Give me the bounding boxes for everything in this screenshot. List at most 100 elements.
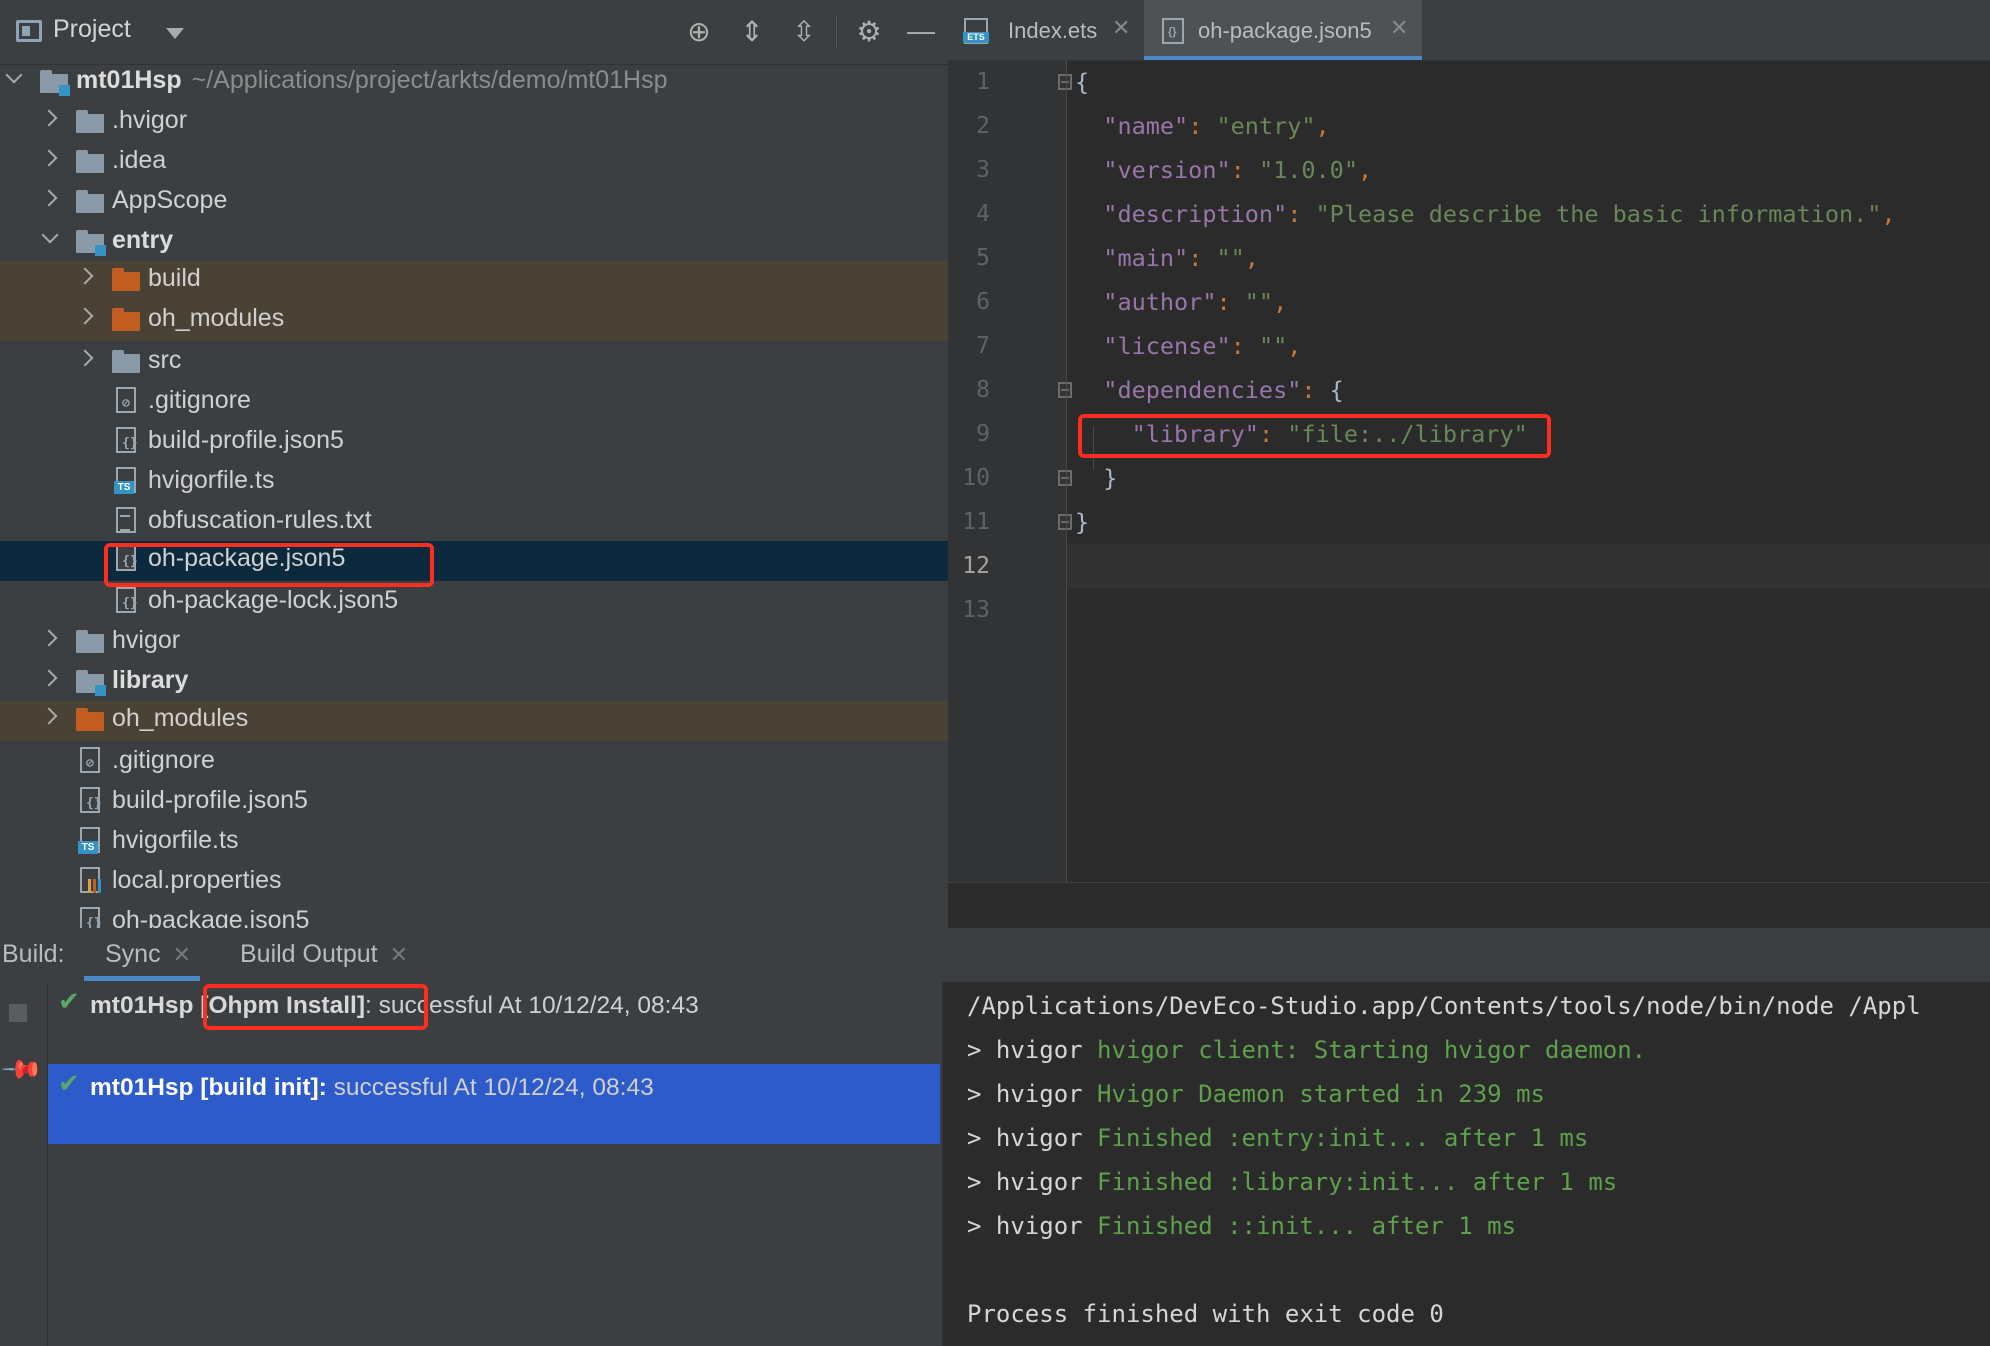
json-value: "Please describe the basic information." xyxy=(1315,200,1882,228)
gear-icon[interactable]: ⚙ xyxy=(852,14,886,48)
hide-panel-icon[interactable]: — xyxy=(904,14,938,48)
excluded-folder-icon xyxy=(112,308,140,332)
tree-item-label: library xyxy=(112,666,189,694)
tree-item-hvigorfile[interactable]: TS hvigorfile.ts xyxy=(0,823,948,863)
folder-icon xyxy=(76,190,104,214)
tab-index-ets[interactable]: ETS Index.ets ✕ xyxy=(948,0,1142,60)
line-number: 8 xyxy=(976,377,990,403)
expand-chevron-icon[interactable] xyxy=(40,229,60,249)
collapse-chevron-icon[interactable] xyxy=(40,189,60,209)
code-brace: { xyxy=(1075,68,1090,96)
typescript-file-icon: TS xyxy=(78,827,102,855)
tree-item-label: oh-package.json5 xyxy=(112,906,310,928)
json-key: "license" xyxy=(1103,332,1231,360)
tab-oh-package-json5[interactable]: {} oh-package.json5 ✕ xyxy=(1144,0,1422,60)
close-tab-icon[interactable]: ✕ xyxy=(173,942,191,967)
view-dropdown-chevron-icon[interactable] xyxy=(166,28,184,39)
code-line-3: "version": "1.0.0", xyxy=(1103,156,1373,184)
tree-item-gitignore[interactable]: ⊘ .gitignore xyxy=(0,743,948,783)
json-key: "author" xyxy=(1103,288,1217,316)
line-number: 6 xyxy=(976,289,990,315)
tab-label: Build Output xyxy=(240,940,378,968)
collapse-chevron-icon[interactable] xyxy=(40,629,60,649)
tree-item-label: build xyxy=(148,264,201,292)
json-file-icon: {} xyxy=(116,545,138,573)
tree-item-library[interactable]: library xyxy=(0,663,948,703)
close-tab-icon[interactable]: ✕ xyxy=(1112,15,1130,41)
tree-item-entry-hvigorfile[interactable]: TS hvigorfile.ts xyxy=(0,463,948,503)
tree-item-entry-gitignore[interactable]: ⊘ .gitignore xyxy=(0,383,948,423)
project-panel: Project ⊕ ⇕ ⇳ ⚙ — mt01Hsp ~/Applications/… xyxy=(0,0,948,928)
console-line: > hvigor Finished :library:init... after… xyxy=(967,1168,1618,1196)
code-brace: { xyxy=(1329,376,1344,404)
stop-icon[interactable] xyxy=(9,1004,27,1022)
json-value: "entry" xyxy=(1216,112,1316,140)
json-file-icon: {} xyxy=(80,907,102,928)
folder-icon xyxy=(76,630,104,654)
code-line-2: "name": "entry", xyxy=(1103,112,1330,140)
project-view-icon xyxy=(16,20,42,42)
row-project: mt01Hsp xyxy=(90,1074,194,1101)
tree-item-obfuscation-rules[interactable]: obfuscation-rules.txt xyxy=(0,503,948,543)
tree-root-mt01Hsp[interactable]: mt01Hsp ~/Applications/project/arkts/demo… xyxy=(0,63,948,103)
tree-item-appscope[interactable]: AppScope xyxy=(0,183,948,223)
tree-item-label: oh_modules xyxy=(112,704,249,732)
tree-item-entry-oh-modules[interactable]: oh_modules xyxy=(0,301,948,341)
success-check-icon: ✔ xyxy=(58,1068,80,1098)
locate-icon[interactable]: ⊕ xyxy=(682,14,716,48)
collapse-chevron-icon[interactable] xyxy=(76,267,96,287)
collapse-chevron-icon[interactable] xyxy=(76,307,96,327)
close-tab-icon[interactable]: ✕ xyxy=(1390,15,1408,41)
collapse-chevron-icon[interactable] xyxy=(40,109,60,129)
tree-item-label: .hvigor xyxy=(112,106,188,134)
tree-item-entry[interactable]: entry xyxy=(0,223,948,263)
tree-item-entry-build-profile[interactable]: {} build-profile.json5 xyxy=(0,423,948,463)
tab-sync[interactable]: Sync ✕ xyxy=(105,940,191,969)
collapse-all-icon[interactable]: ⇳ xyxy=(787,14,821,48)
sync-row-ohpm-install[interactable]: ✔ mt01Hsp [Ohpm Install]: successful At … xyxy=(48,982,940,1062)
collapse-chevron-icon[interactable] xyxy=(40,669,60,689)
code-line-8: "dependencies": { xyxy=(1103,376,1344,404)
line-number: 12 xyxy=(962,553,990,579)
collapse-chevron-icon[interactable] xyxy=(76,349,96,369)
folder-icon xyxy=(76,150,104,174)
folder-icon xyxy=(112,350,140,374)
close-tab-icon[interactable]: ✕ xyxy=(390,942,408,967)
build-console-output[interactable]: /Applications/DevEco-Studio.app/Contents… xyxy=(942,982,1990,1346)
collapse-chevron-icon[interactable] xyxy=(40,707,60,727)
build-panel-label: Build: xyxy=(2,940,65,968)
console-line: > hvigor Hvigor Daemon started in 239 ms xyxy=(967,1080,1545,1108)
tree-item-idea[interactable]: .idea xyxy=(0,143,948,183)
line-number: 5 xyxy=(976,245,990,271)
tree-item-local-properties[interactable]: local.properties xyxy=(0,863,948,903)
pin-icon[interactable]: 📌 xyxy=(0,1047,44,1092)
line-number: 2 xyxy=(976,113,990,139)
expand-all-icon[interactable]: ⇕ xyxy=(735,14,769,48)
json-key: "dependencies" xyxy=(1103,376,1302,404)
tree-item-entry-build[interactable]: build xyxy=(0,261,948,301)
tree-item-label: oh_modules xyxy=(148,304,285,332)
tab-build-output[interactable]: Build Output ✕ xyxy=(240,940,408,969)
tree-item-label: oh-package-lock.json5 xyxy=(148,586,399,614)
project-panel-title[interactable]: Project xyxy=(53,15,131,44)
tree-item-build-profile[interactable]: {} build-profile.json5 xyxy=(0,783,948,823)
console-line: > hvigor Finished ::init... after 1 ms xyxy=(967,1212,1517,1240)
tree-item-oh-package-lock[interactable]: {} oh-package-lock.json5 xyxy=(0,583,948,623)
console-line: /Applications/DevEco-Studio.app/Contents… xyxy=(967,992,1921,1020)
text-file-icon xyxy=(116,507,138,535)
editor-pane: ETS Index.ets ✕ {} oh-package.json5 ✕ 1 … xyxy=(948,0,1990,928)
tree-item-hvigor[interactable]: hvigor xyxy=(0,623,948,663)
row-task: [build init]: xyxy=(200,1074,327,1101)
code-area[interactable]: { "name": "entry", "version": "1.0.0", "… xyxy=(1067,60,1990,882)
tree-item-hvigor-dir[interactable]: .hvigor xyxy=(0,103,948,143)
sync-row-build-init[interactable]: ✔ mt01Hsp [build init]: successful At 10… xyxy=(48,1064,940,1144)
tree-item-oh-modules[interactable]: oh_modules xyxy=(0,701,948,741)
row-project: mt01Hsp xyxy=(90,992,194,1019)
collapse-chevron-icon[interactable] xyxy=(40,149,60,169)
json-key: "library" xyxy=(1131,420,1259,448)
tree-item-oh-package[interactable]: {} oh-package.json5 xyxy=(0,903,948,928)
tree-item-entry-oh-package[interactable]: {} oh-package.json5 xyxy=(0,541,948,581)
expand-chevron-icon[interactable] xyxy=(4,69,24,89)
tree-item-src[interactable]: src xyxy=(0,343,948,383)
module-folder-icon xyxy=(76,670,106,696)
